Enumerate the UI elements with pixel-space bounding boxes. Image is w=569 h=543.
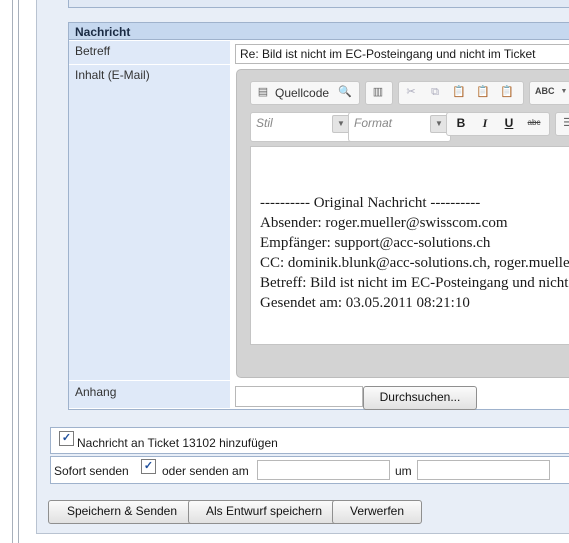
italic-button[interactable]: I bbox=[477, 115, 493, 131]
style-select[interactable]: Stil ▼ bbox=[250, 112, 353, 142]
cut-icon[interactable]: ✂ bbox=[403, 84, 419, 100]
browse-button[interactable]: Durchsuchen... bbox=[363, 386, 477, 410]
send-date-input[interactable] bbox=[257, 460, 390, 480]
style-select-value: Stil bbox=[256, 116, 273, 130]
body-line: Gesendet am: 03.05.2011 08:21:10 bbox=[260, 295, 470, 311]
format-select[interactable]: Format ▼ bbox=[348, 112, 451, 142]
send-now-checkbox[interactable]: ✓ bbox=[141, 459, 156, 474]
list-icon[interactable]: ☰ bbox=[560, 115, 569, 131]
send-now-label: Sofort senden bbox=[54, 464, 129, 478]
attachment-label: Anhang bbox=[69, 381, 230, 409]
preview-icon[interactable]: 🔍 bbox=[337, 84, 353, 100]
save-and-send-button[interactable]: Speichern & Senden bbox=[48, 500, 196, 524]
body-line: CC: dominik.blunk@acc-solutions.ch, roge… bbox=[260, 255, 569, 271]
copy-icon[interactable]: ⧉ bbox=[427, 84, 443, 100]
send-time-label: um bbox=[395, 464, 412, 478]
body-line: ---------- Original Nachricht ---------- bbox=[260, 195, 481, 211]
spellcheck-icon[interactable]: ABC bbox=[535, 86, 555, 96]
format-select-value: Format bbox=[354, 116, 393, 130]
bold-button[interactable]: B bbox=[453, 115, 469, 131]
body-line: Empfänger: support@acc-solutions.ch bbox=[260, 235, 491, 251]
templates-icon[interactable]: ▥ bbox=[370, 84, 386, 100]
section-title: Nachricht bbox=[69, 23, 569, 40]
templates-group: ▥ bbox=[365, 81, 393, 105]
source-group: ▤ Quellcode 🔍 bbox=[250, 81, 360, 105]
content-label: Inhalt (E-Mail) bbox=[69, 65, 230, 381]
paste-text-icon[interactable]: 📋 bbox=[475, 84, 491, 100]
body-line: Absender: roger.mueller@swisscom.com bbox=[260, 215, 508, 231]
spellcheck-group: ABC ▼ bbox=[529, 81, 569, 105]
chevron-down-icon[interactable]: ▼ bbox=[556, 84, 569, 100]
add-to-ticket-checkbox[interactable]: ✓ bbox=[59, 431, 74, 446]
check-icon: ✓ bbox=[61, 432, 72, 444]
underline-button[interactable]: U bbox=[501, 115, 517, 131]
attachment-file-input[interactable] bbox=[235, 386, 363, 407]
source-icon[interactable]: ▤ bbox=[255, 84, 271, 100]
frame-line-left bbox=[12, 0, 13, 543]
editor-content[interactable]: ---------- Original Nachricht ----------… bbox=[250, 146, 569, 345]
paste-word-icon[interactable]: 📋 bbox=[499, 84, 515, 100]
subject-input[interactable]: Re: Bild ist nicht im EC-Posteingang und… bbox=[235, 44, 569, 64]
previous-section-edge bbox=[68, 0, 569, 8]
send-time-input[interactable] bbox=[417, 460, 550, 480]
save-draft-button[interactable]: Als Entwurf speichern bbox=[188, 500, 340, 524]
discard-button[interactable]: Verwerfen bbox=[332, 500, 422, 524]
check-icon: ✓ bbox=[143, 460, 154, 472]
paste-icon[interactable]: 📋 bbox=[451, 84, 467, 100]
add-to-ticket-label: Nachricht an Ticket 13102 hinzufügen bbox=[77, 436, 278, 450]
formatting-group: B I U abc bbox=[446, 112, 550, 136]
source-button[interactable]: Quellcode bbox=[275, 86, 329, 100]
clipboard-group: ✂ ⧉ 📋 📋 📋 bbox=[398, 81, 524, 105]
strike-button[interactable]: abc bbox=[523, 115, 545, 131]
subject-label: Betreff bbox=[69, 41, 230, 65]
body-line: Betreff: Bild ist nicht im EC-Posteingan… bbox=[260, 275, 569, 291]
send-later-label: oder senden am bbox=[162, 464, 249, 478]
frame-line-inner bbox=[18, 0, 19, 543]
list-group: ☰ bbox=[555, 112, 569, 136]
